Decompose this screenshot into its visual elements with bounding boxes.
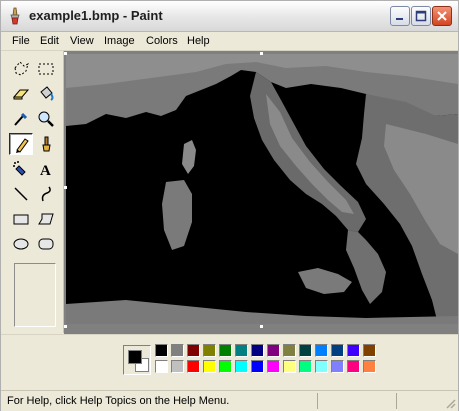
palette-swatch[interactable] <box>315 360 328 373</box>
palette-swatch[interactable] <box>187 360 200 373</box>
text-icon: A <box>40 163 51 178</box>
palette-swatch[interactable] <box>283 344 296 357</box>
palette-swatch[interactable] <box>283 360 296 373</box>
fill-with-color-tool[interactable] <box>34 83 58 105</box>
palette-swatch[interactable] <box>251 360 264 373</box>
select-tool[interactable] <box>34 58 58 80</box>
polygon-icon <box>38 213 54 225</box>
line-tool[interactable] <box>9 183 33 205</box>
color-palette <box>155 344 380 376</box>
status-divider <box>317 393 318 409</box>
resize-handle-left <box>64 186 67 189</box>
rectangle-icon <box>13 214 29 225</box>
palette-swatch[interactable] <box>331 344 344 357</box>
maximize-icon <box>415 10 427 22</box>
palette-swatch[interactable] <box>155 344 168 357</box>
rectangle-tool[interactable] <box>9 208 33 230</box>
maximize-button[interactable] <box>411 6 431 26</box>
color-box <box>1 334 458 390</box>
palette-swatch[interactable] <box>315 344 328 357</box>
foreground-color-swatch <box>128 350 142 364</box>
palette-swatch[interactable] <box>203 344 216 357</box>
text-tool[interactable]: A <box>34 158 58 180</box>
menu-bar: File Edit View Image Colors Help <box>1 32 458 51</box>
resize-handle-top <box>260 52 263 55</box>
close-icon <box>437 11 447 21</box>
status-text: For Help, click Help Topics on the Help … <box>7 395 230 407</box>
italy-relief-map-image <box>66 54 458 324</box>
menu-file[interactable]: File <box>12 35 30 47</box>
palette-swatch[interactable] <box>347 344 360 357</box>
palette-swatch[interactable] <box>235 360 248 373</box>
palette-swatch[interactable] <box>331 360 344 373</box>
text-tool-glyph: A <box>40 163 51 178</box>
drawing-canvas[interactable] <box>66 54 458 324</box>
palette-swatch[interactable] <box>363 344 376 357</box>
menu-colors[interactable]: Colors <box>146 35 178 47</box>
resize-grip-icon[interactable] <box>444 397 456 409</box>
curve-tool[interactable] <box>34 183 58 205</box>
menu-view[interactable]: View <box>70 35 94 47</box>
current-colors-indicator[interactable] <box>123 345 151 375</box>
resize-handle-top-left <box>64 52 67 55</box>
palette-swatch[interactable] <box>363 360 376 373</box>
magnifier-tool[interactable] <box>34 108 58 130</box>
palette-swatch[interactable] <box>219 344 232 357</box>
airbrush-icon <box>13 161 26 176</box>
title-bar[interactable]: example1.bmp - Paint <box>1 1 458 32</box>
polygon-tool[interactable] <box>34 208 58 230</box>
palette-swatch[interactable] <box>267 344 280 357</box>
palette-swatch[interactable] <box>171 344 184 357</box>
free-form-select-tool[interactable] <box>9 58 33 80</box>
palette-swatch[interactable] <box>267 360 280 373</box>
palette-swatch[interactable] <box>299 360 312 373</box>
resize-handle-bottom-left <box>64 325 67 328</box>
menu-edit[interactable]: Edit <box>40 35 59 47</box>
free-form-select-icon <box>14 61 29 76</box>
canvas-area[interactable] <box>64 51 458 334</box>
menu-help[interactable]: Help <box>187 35 210 47</box>
eraser-icon <box>12 89 30 100</box>
toolbox: A <box>1 51 64 333</box>
brush-tool[interactable] <box>34 133 58 155</box>
pick-color-icon <box>14 112 28 126</box>
eraser-tool[interactable] <box>9 83 33 105</box>
ellipse-tool[interactable] <box>9 233 33 255</box>
close-button[interactable] <box>432 6 452 26</box>
ellipse-icon <box>13 238 29 250</box>
palette-swatch[interactable] <box>299 344 312 357</box>
minimize-icon <box>396 18 403 20</box>
brush-icon <box>42 136 51 152</box>
window-title: example1.bmp - Paint <box>29 8 163 23</box>
paint-window: example1.bmp - Paint File Edit View Imag… <box>0 0 459 411</box>
rounded-rectangle-tool[interactable] <box>34 233 58 255</box>
rounded-rectangle-icon <box>38 238 54 250</box>
pencil-tool[interactable] <box>9 133 33 155</box>
palette-swatch[interactable] <box>171 360 184 373</box>
minimize-button[interactable] <box>390 6 410 26</box>
tool-options-box[interactable] <box>14 263 56 327</box>
select-icon <box>38 63 54 75</box>
fill-with-color-icon <box>40 86 54 101</box>
status-bar: For Help, click Help Topics on the Help … <box>1 390 458 411</box>
palette-swatch[interactable] <box>187 344 200 357</box>
airbrush-tool[interactable] <box>9 158 33 180</box>
palette-swatch[interactable] <box>219 360 232 373</box>
line-icon <box>14 187 28 201</box>
curve-icon <box>41 186 51 202</box>
menu-image[interactable]: Image <box>104 35 135 47</box>
resize-handle-bottom[interactable] <box>260 325 263 328</box>
pencil-icon <box>16 138 29 153</box>
magnifier-icon <box>38 111 54 127</box>
palette-swatch[interactable] <box>203 360 216 373</box>
paint-app-icon <box>10 7 20 25</box>
pick-color-tool[interactable] <box>9 108 33 130</box>
palette-swatch[interactable] <box>235 344 248 357</box>
palette-swatch[interactable] <box>155 360 168 373</box>
palette-swatch[interactable] <box>251 344 264 357</box>
status-divider <box>396 393 397 409</box>
palette-swatch[interactable] <box>347 360 360 373</box>
